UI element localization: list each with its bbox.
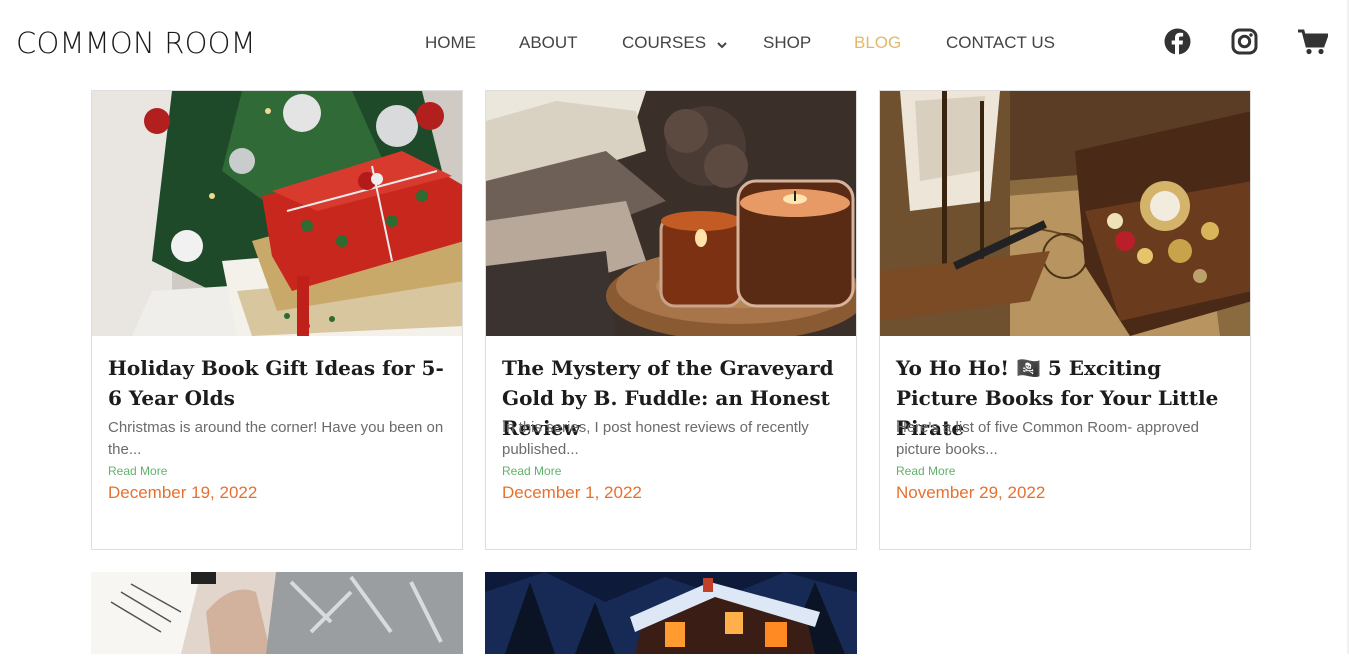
blog-post-card[interactable]: Holiday Book Gift Ideas for 5-6 Year Old… [91,90,463,550]
post-excerpt: Here's a list of five Common Room- appro… [896,419,1199,458]
post-date: December 19, 2022 [108,483,258,502]
post-thumbnail-cabin[interactable] [485,572,857,662]
nav-shop[interactable]: SHOP [763,33,811,53]
chevron-down-icon [717,34,727,54]
post-date: December 1, 2022 [502,483,642,502]
nav-blog[interactable]: BLOG [854,33,901,53]
nav-about[interactable]: ABOUT [519,33,578,53]
post-thumbnail-candles[interactable] [486,91,856,336]
post-excerpt: Christmas is around the corner! Have you… [108,419,444,458]
post-date: November 29, 2022 [896,483,1046,502]
read-more-link[interactable]: Read More [502,464,561,478]
blog-post-card[interactable]: Yo Ho Ho! 🏴‍☠️ 5 Exciting Picture Books … [879,90,1251,550]
read-more-link[interactable]: Read More [896,464,955,478]
post-title[interactable]: Holiday Book Gift Ideas for 5-6 Year Old… [108,353,452,413]
nav-courses-label: COURSES [622,33,707,52]
blog-post-card[interactable] [485,572,857,662]
nav-courses[interactable]: COURSES [622,33,727,54]
cart-icon[interactable] [1298,29,1330,60]
nav-home[interactable]: HOME [425,33,476,53]
blog-post-card[interactable] [91,572,463,662]
blog-post-card[interactable]: The Mystery of the Graveyard Gold by B. … [485,90,857,550]
main-navigation: HOME ABOUT COURSES SHOP BLOG CONTACT US [0,0,1349,85]
post-excerpt: In this series, I post honest reviews of… [502,419,809,458]
read-more-link[interactable]: Read More [108,464,167,478]
post-thumbnail-reading[interactable] [91,572,463,662]
nav-contact-us[interactable]: CONTACT US [946,33,1055,53]
instagram-icon[interactable] [1231,28,1258,60]
facebook-icon[interactable] [1164,28,1191,60]
post-thumbnail-gift[interactable] [92,91,462,336]
post-thumbnail-pirate[interactable] [880,91,1250,336]
